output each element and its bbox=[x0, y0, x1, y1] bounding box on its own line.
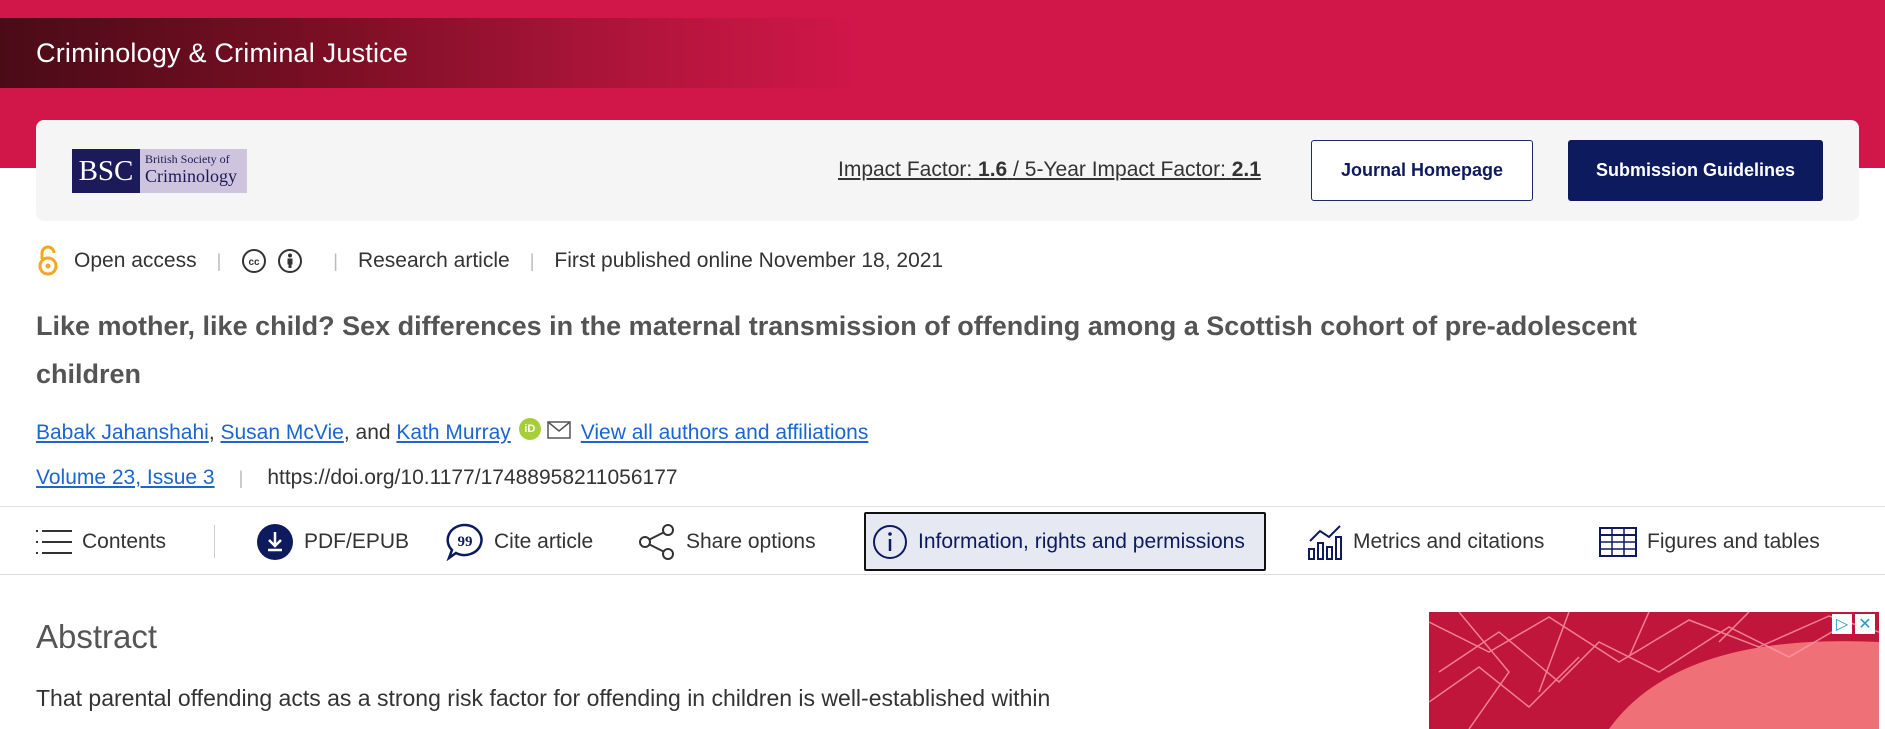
divider: | bbox=[529, 250, 535, 271]
logo-line-2: Criminology bbox=[145, 166, 238, 186]
ad-image bbox=[1429, 612, 1879, 729]
quote-icon: 99 bbox=[446, 523, 483, 561]
advertisement[interactable]: ▷ ✕ bbox=[1429, 612, 1879, 729]
orcid-icon[interactable]: iD bbox=[518, 418, 541, 440]
pdf-epub-label: PDF/EPUB bbox=[304, 529, 410, 553]
five-year-value: 2.1 bbox=[1231, 158, 1261, 181]
information-rights-button[interactable]: Information, rights and permissions bbox=[864, 512, 1266, 571]
toolbar-divider bbox=[214, 525, 215, 558]
metrics-citations-label: Metrics and citations bbox=[1353, 529, 1545, 553]
journal-title-bar[interactable]: Criminology & Criminal Justice bbox=[0, 18, 860, 88]
email-icon[interactable] bbox=[547, 421, 571, 439]
metrics-icon bbox=[1308, 524, 1342, 560]
divider: | bbox=[333, 250, 338, 271]
five-year-label: / 5-Year Impact Factor: bbox=[1013, 158, 1226, 181]
pdf-epub-button[interactable]: PDF/EPUB bbox=[256, 507, 409, 576]
svg-text:99: 99 bbox=[458, 534, 473, 550]
divider: | bbox=[216, 250, 222, 271]
journal-info-card: BSC British Society of Criminology Impac… bbox=[36, 120, 1859, 221]
logo-line-1: British Society of bbox=[145, 152, 230, 166]
creative-commons-icon[interactable]: cc bbox=[241, 248, 267, 274]
volume-doi-row: Volume 23, Issue 3 | https://doi.org/10.… bbox=[36, 466, 678, 490]
svg-text:cc: cc bbox=[249, 257, 261, 268]
ad-choices-icon[interactable]: ▷ bbox=[1832, 614, 1852, 634]
author-link[interactable]: Susan McVie bbox=[220, 421, 343, 445]
cite-article-label: Cite article bbox=[494, 529, 594, 553]
article-type: Research article bbox=[357, 249, 510, 272]
volume-issue-link[interactable]: Volume 23, Issue 3 bbox=[36, 466, 215, 490]
share-icon bbox=[639, 523, 674, 560]
impact-factor-label: Impact Factor: bbox=[838, 158, 973, 181]
table-icon bbox=[1599, 526, 1637, 557]
author-link[interactable]: Babak Jahanshahi bbox=[36, 421, 209, 445]
author-link[interactable]: Kath Murray bbox=[396, 421, 510, 445]
share-options-label: Share options bbox=[686, 529, 816, 553]
abstract-text: That parental offending acts as a strong… bbox=[36, 685, 1051, 711]
impact-factor[interactable]: Impact Factor: 1.6 / 5-Year Impact Facto… bbox=[838, 158, 1261, 182]
figures-tables-button[interactable]: Figures and tables bbox=[1599, 507, 1820, 576]
doi[interactable]: https://doi.org/10.1177/1748895821105617… bbox=[267, 466, 677, 490]
article-toolbar: Contents PDF/EPUB 99 Cite article Share … bbox=[0, 506, 1885, 575]
logo-text: British Society of Criminology bbox=[140, 149, 247, 193]
author-separator: , and bbox=[343, 421, 397, 444]
submission-guidelines-button[interactable]: Submission Guidelines bbox=[1568, 140, 1823, 201]
article-title: Like mother, like child? Sex differences… bbox=[36, 311, 1637, 389]
metrics-citations-button[interactable]: Metrics and citations bbox=[1307, 507, 1544, 576]
list-icon bbox=[36, 529, 72, 554]
cite-article-button[interactable]: 99 Cite article bbox=[446, 507, 593, 576]
contents-label: Contents bbox=[82, 529, 167, 553]
author-list: Babak Jahanshahi , Susan McVie , and Kat… bbox=[36, 418, 869, 445]
figures-tables-label: Figures and tables bbox=[1647, 529, 1820, 553]
logo-abbr: BSC bbox=[72, 149, 140, 193]
impact-factor-value: 1.6 bbox=[978, 158, 1008, 181]
open-access-label: Open access bbox=[74, 249, 197, 272]
open-access-icon bbox=[38, 245, 58, 276]
info-icon bbox=[873, 524, 907, 559]
close-icon[interactable]: ✕ bbox=[1855, 614, 1875, 634]
author-separator: , bbox=[208, 421, 221, 444]
journal-homepage-button[interactable]: Journal Homepage bbox=[1311, 140, 1533, 201]
article-meta: Open access | cc | Research article | Fi… bbox=[36, 245, 944, 276]
contents-button[interactable]: Contents bbox=[36, 507, 166, 576]
ad-controls: ▷ ✕ bbox=[1832, 614, 1875, 634]
share-options-button[interactable]: Share options bbox=[638, 507, 816, 576]
divider: | bbox=[238, 467, 244, 488]
attribution-icon[interactable] bbox=[277, 248, 303, 274]
publication-date: First published online November 18, 2021 bbox=[554, 249, 944, 272]
abstract-heading: Abstract bbox=[36, 618, 158, 655]
bsc-logo[interactable]: BSC British Society of Criminology bbox=[72, 149, 247, 193]
information-rights-label: Information, rights and permissions bbox=[918, 529, 1245, 553]
journal-title[interactable]: Criminology & Criminal Justice bbox=[0, 38, 408, 69]
download-icon bbox=[257, 523, 293, 560]
view-all-authors-link[interactable]: View all authors and affiliations bbox=[581, 421, 869, 445]
